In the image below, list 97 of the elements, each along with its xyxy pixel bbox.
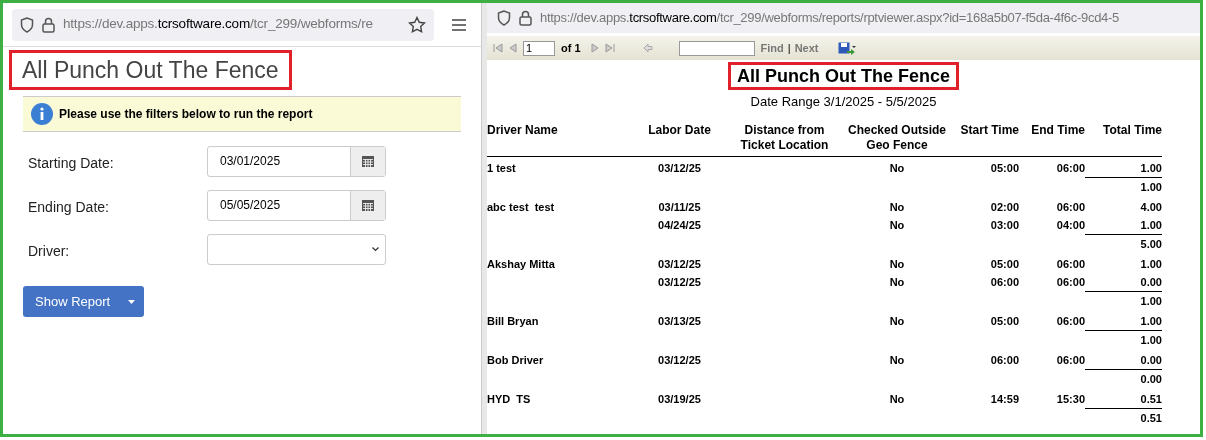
column-header: Total Time [1103,122,1162,137]
subtotal: 1.00 [1140,333,1162,346]
end-time: 06:00 [1056,161,1085,174]
last-page-icon[interactable] [604,43,615,53]
save-icon[interactable] [838,41,857,55]
geo-fence-status: No [889,218,905,231]
driver-name: HYD TS [487,392,531,405]
total-time: 0.51 [1140,392,1162,405]
driver-name: Bill Bryan [487,314,539,327]
menu-icon[interactable] [452,18,466,31]
next-link[interactable]: Next [794,39,819,57]
field-label: Driver: [28,242,71,261]
info-icon [31,103,53,125]
subtotal: 1.00 [1140,294,1162,307]
find-link[interactable]: Find [760,39,784,57]
total-time: 1.00 [1140,218,1162,231]
column-header: Driver Name [487,122,558,137]
end-time: 06:00 [1056,257,1085,270]
date-field[interactable]: 03/01/2025 [207,146,386,177]
labor-date: 03/12/25 [658,353,701,366]
labor-date: 03/12/25 [658,257,701,270]
start-time: 03:00 [990,218,1019,231]
labor-date: 03/13/25 [658,314,701,327]
address-bar[interactable]: https://dev.apps.tcrsoftware.com/tcr_299/webforms/re [12,8,434,41]
shield-icon [20,16,34,33]
show-report-button[interactable]: Show Report [23,286,144,317]
labor-date: 03/19/25 [658,392,701,405]
labor-date: 04/24/25 [658,218,701,231]
total-time: 1.00 [1140,161,1162,174]
end-time: 04:00 [1056,218,1085,231]
driver-name: 1 test [487,161,516,174]
field-label: Ending Date: [28,198,110,217]
url-text: https://dev.apps.tcrsoftware.com/tcr_299/webforms/reports/rptviewer.aspx?id=168a5b07-f5da-4f6c-9cd4-5 [540,9,1119,28]
shield-icon [497,10,511,26]
subtotal: 0.51 [1140,411,1162,424]
geo-fence-status: No [889,257,905,270]
address-bar[interactable]: https://dev.apps.tcrsoftware.com/tcr_299/webforms/reports/rptviewer.aspx?id=168a5b07-f5da-4f6c-9cd4-5 [487,3,1200,33]
previous-page-icon[interactable] [509,43,517,53]
calendar-icon[interactable] [362,200,374,211]
lock-icon [519,10,532,26]
start-time: 06:00 [990,275,1019,288]
subtotal: 0.00 [1140,372,1162,385]
field-label: Starting Date: [28,154,115,173]
find-field[interactable] [678,40,755,56]
geo-fence-status: No [889,353,905,366]
date-range: Date Range 3/1/2025 - 5/5/2025 [750,93,937,111]
geo-fence-status: No [889,275,905,288]
driver-name: abc test test [487,200,555,213]
start-time: 05:00 [990,257,1019,270]
page-title: All Punch Out The Fence [9,50,292,90]
chevron-down-icon [372,247,379,252]
driver-name: Akshay Mitta [487,257,555,270]
lock-icon [42,16,55,33]
total-time: 1.00 [1140,257,1162,270]
star-icon[interactable] [408,15,426,34]
labor-date: 03/11/25 [658,200,701,213]
end-time: 06:00 [1056,275,1085,288]
end-time: 06:00 [1056,314,1085,327]
page-number-field[interactable]: 1 [523,40,555,56]
start-time: 14:59 [990,392,1019,405]
date-field[interactable]: 05/05/2025 [207,190,386,221]
report-title: All Punch Out The Fence [728,62,959,90]
column-header: Start Time [960,122,1019,137]
total-time: 0.00 [1140,275,1162,288]
caret-icon [128,299,136,304]
geo-fence-status: No [889,314,905,327]
column-header: Checked Outside Geo Fence [848,122,946,152]
subtotal: 1.00 [1140,180,1162,193]
end-time: 06:00 [1056,353,1085,366]
geo-fence-status: No [889,200,905,213]
geo-fence-status: No [889,161,905,174]
first-page-icon[interactable] [493,43,503,53]
geo-fence-status: No [889,392,905,405]
url-text: https://dev.apps.tcrsoftware.com/tcr_299/webforms/re [63,15,374,34]
start-time: 05:00 [990,161,1019,174]
column-header: Labor Date [648,122,711,137]
back-arrow-icon[interactable] [642,43,653,53]
page-count: of 1 [561,40,581,56]
total-time: 1.00 [1140,314,1162,327]
end-time: 06:00 [1056,200,1085,213]
total-time: 4.00 [1140,200,1162,213]
subtotal: 5.00 [1140,237,1162,250]
column-header: Distance from Ticket Location [739,122,830,153]
next-page-icon[interactable] [590,43,599,53]
calendar-icon[interactable] [362,156,374,167]
column-header: End Time [1031,122,1085,137]
start-time: 05:00 [990,314,1019,327]
driver-name: Bob Driver [487,353,544,366]
labor-date: 03/12/25 [658,161,701,174]
start-time: 02:00 [990,200,1019,213]
separator: | [787,40,791,56]
end-time: 15:30 [1056,392,1085,405]
driver-select[interactable] [207,234,386,265]
labor-date: 03/12/25 [658,275,701,288]
total-time: 0.00 [1140,353,1162,366]
info-message: Please use the filters below to run the report [59,106,313,123]
start-time: 06:00 [990,353,1019,366]
